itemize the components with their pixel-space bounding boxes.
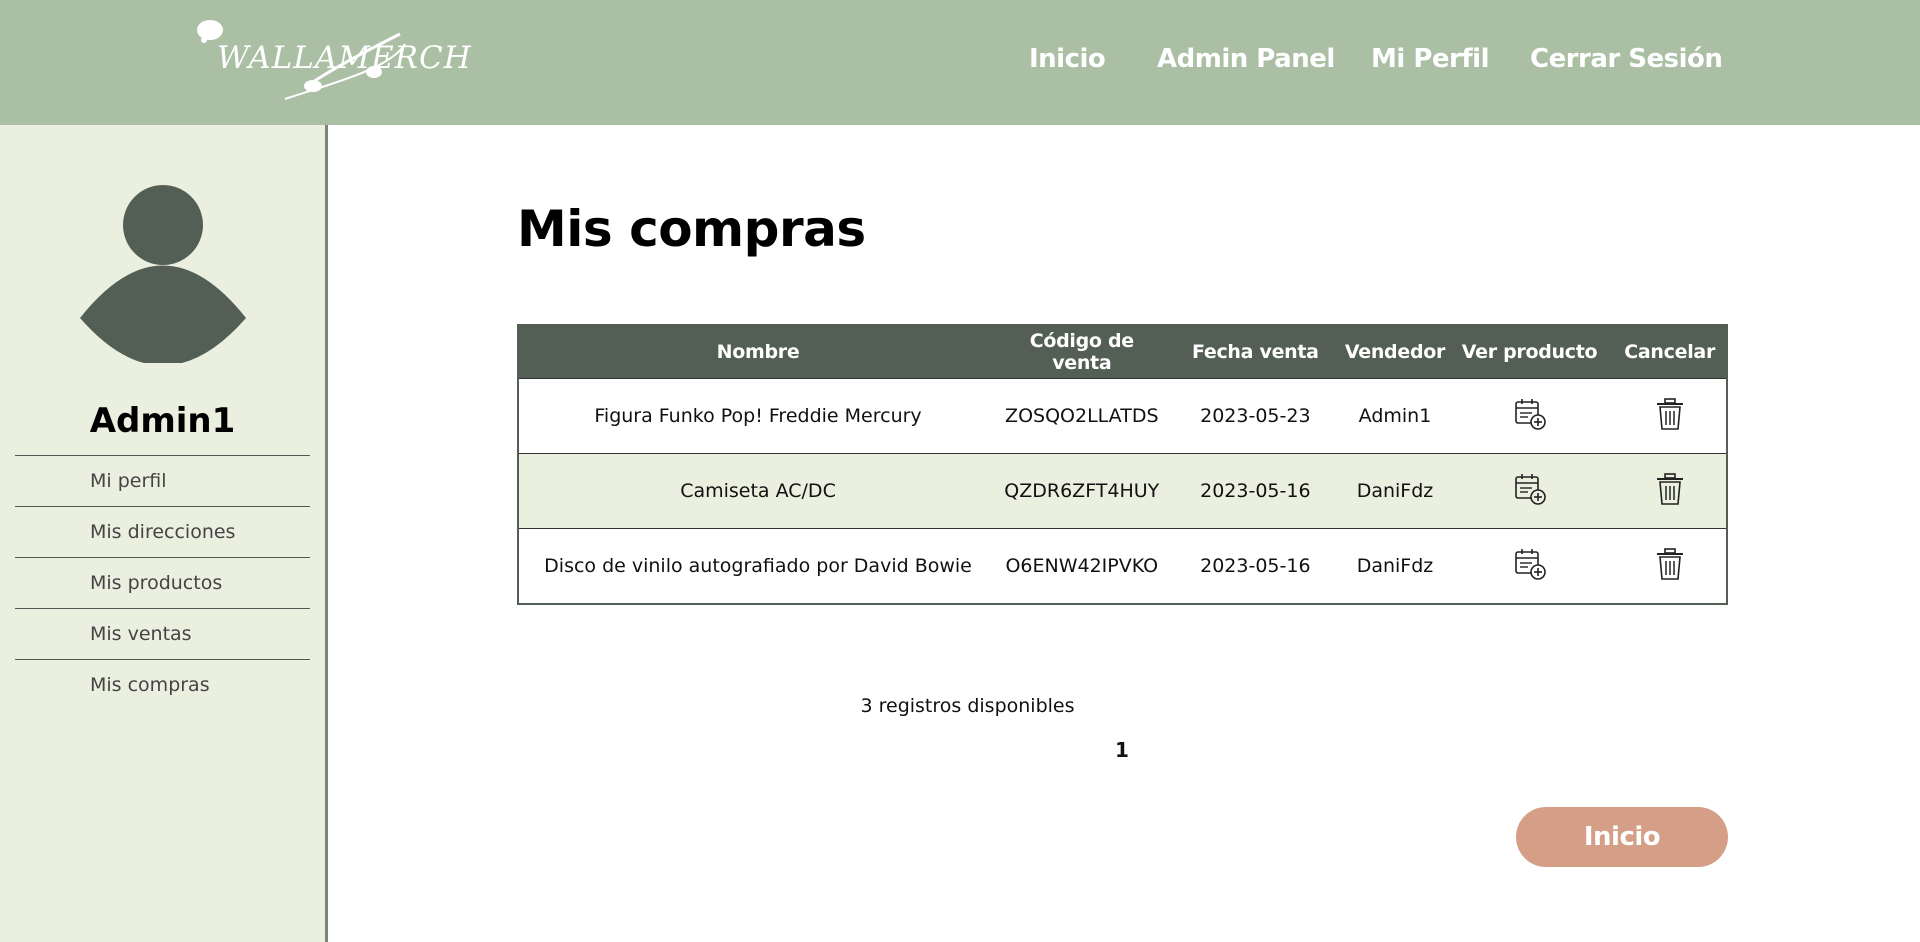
profile-menu: Mi perfil Mis direcciones Mis productos … <box>15 455 310 710</box>
calendar-plus-icon[interactable] <box>1513 397 1547 431</box>
nav-cerrar-sesion[interactable]: Cerrar Sesión <box>1530 44 1723 74</box>
cell-ver-producto <box>1445 378 1614 454</box>
calendar-plus-icon[interactable] <box>1513 472 1547 506</box>
cell-vendedor: Admin1 <box>1344 378 1446 454</box>
cell-ver-producto <box>1445 528 1614 604</box>
cell-ver-producto <box>1445 453 1614 529</box>
sidebar-item-mi-perfil[interactable]: Mi perfil <box>15 455 310 506</box>
records-count: 3 registros disponibles <box>860 695 1075 717</box>
col-cancelar: Cancelar <box>1613 325 1727 379</box>
col-vendedor: Vendedor <box>1344 325 1446 379</box>
home-button[interactable]: Inicio <box>1516 807 1728 867</box>
wallamerch-logo[interactable]: WALLAMERCH <box>190 14 471 104</box>
nav-mi-perfil[interactable]: Mi Perfil <box>1371 44 1489 74</box>
top-navbar: WALLAMERCH Inicio Admin Panel Mi Perfil … <box>0 0 1920 125</box>
trash-icon[interactable] <box>1653 397 1687 431</box>
cell-fecha: 2023-05-16 <box>1166 453 1345 529</box>
calendar-plus-icon[interactable] <box>1513 547 1547 581</box>
cell-codigo: QZDR6ZFT4HUY <box>997 453 1167 529</box>
col-ver-producto: Ver producto <box>1445 325 1614 379</box>
table-row: Disco de vinilo autografiado por David B… <box>518 528 1727 604</box>
cell-codigo: ZOSQO2LLATDS <box>997 378 1167 454</box>
cell-cancelar <box>1613 528 1727 604</box>
col-codigo-venta: Código de venta <box>997 325 1167 379</box>
cell-vendedor: DaniFdz <box>1344 453 1446 529</box>
table-header-row: Nombre Código de venta Fecha venta Vende… <box>518 325 1727 379</box>
cell-cancelar <box>1613 378 1727 454</box>
cell-nombre: Figura Funko Pop! Freddie Mercury <box>518 378 998 454</box>
pagination-page[interactable]: 1 <box>1115 738 1129 762</box>
user-silhouette-icon <box>80 185 246 363</box>
trash-icon[interactable] <box>1653 472 1687 506</box>
trash-icon[interactable] <box>1653 547 1687 581</box>
logo-text: WALLAMERCH <box>217 40 472 76</box>
page-title: Mis compras <box>517 200 866 258</box>
profile-username: Admin1 <box>89 401 236 441</box>
cell-cancelar <box>1613 453 1727 529</box>
cell-nombre: Disco de vinilo autografiado por David B… <box>518 528 998 604</box>
sidebar-item-mis-ventas[interactable]: Mis ventas <box>15 608 310 659</box>
cell-fecha: 2023-05-23 <box>1166 378 1345 454</box>
sidebar-item-mis-direcciones[interactable]: Mis direcciones <box>15 506 310 557</box>
col-nombre: Nombre <box>518 325 998 379</box>
profile-sidebar: Admin1 Mi perfil Mis direcciones Mis pro… <box>0 125 328 942</box>
col-fecha-venta: Fecha venta <box>1166 325 1345 379</box>
cell-fecha: 2023-05-16 <box>1166 528 1345 604</box>
cell-codigo: O6ENW42IPVKO <box>997 528 1167 604</box>
table-row: Camiseta AC/DC QZDR6ZFT4HUY 2023-05-16 D… <box>518 453 1727 529</box>
sidebar-item-mis-productos[interactable]: Mis productos <box>15 557 310 608</box>
nav-admin-panel[interactable]: Admin Panel <box>1157 44 1335 74</box>
purchases-table: Nombre Código de venta Fecha venta Vende… <box>517 324 1728 605</box>
table-row: Figura Funko Pop! Freddie Mercury ZOSQO2… <box>518 378 1727 454</box>
cell-vendedor: DaniFdz <box>1344 528 1446 604</box>
nav-inicio[interactable]: Inicio <box>1029 44 1106 74</box>
cell-nombre: Camiseta AC/DC <box>518 453 998 529</box>
